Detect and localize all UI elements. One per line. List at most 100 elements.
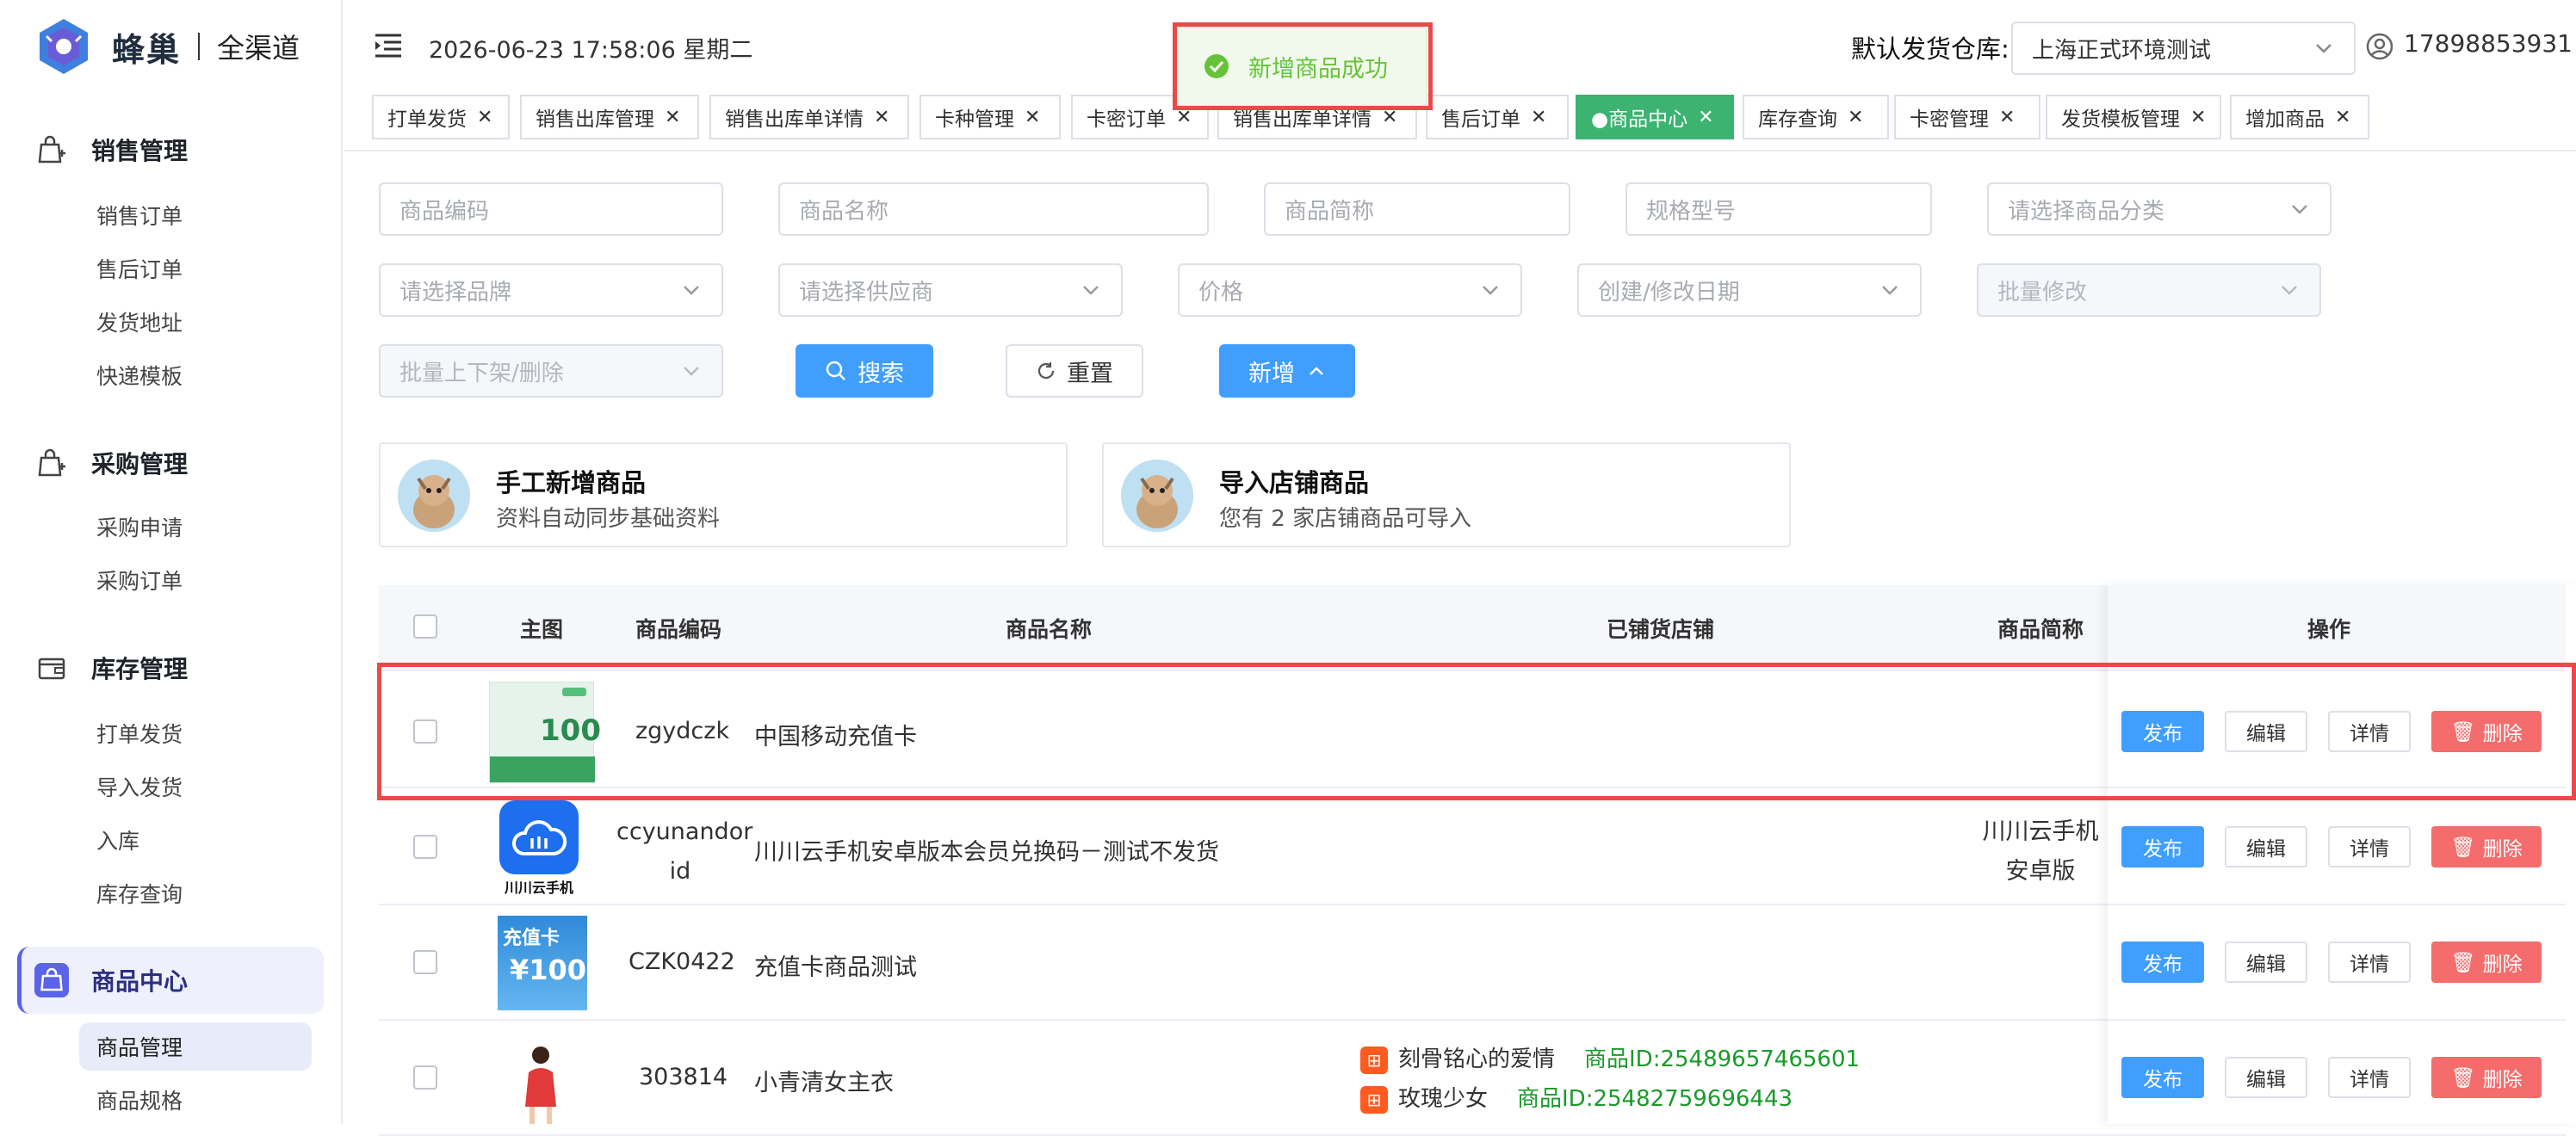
detail-button[interactable]: 详情 xyxy=(2328,711,2411,752)
add-button[interactable]: 新增 xyxy=(1219,344,1355,398)
product-short-input[interactable]: 商品简称 xyxy=(1264,182,1570,236)
user-phone[interactable]: 17898853931 xyxy=(2404,29,2573,58)
tab-ship-template[interactable]: 发货模板管理 ✕ xyxy=(2046,95,2221,139)
close-icon[interactable]: ✕ xyxy=(874,107,889,128)
dragon-avatar-icon xyxy=(1121,460,1193,532)
sidebar-section-purchase[interactable]: 采购管理 xyxy=(34,439,188,487)
reset-button[interactable]: 重置 xyxy=(1006,344,1143,398)
shop-listing[interactable]: ⊞ 玫瑰少女 商品ID:25482759696443 xyxy=(1360,1081,1793,1114)
tab-aftersale[interactable]: 售后订单 ✕ xyxy=(1426,95,1569,139)
row-name[interactable]: 川川云手机安卓版本会员兑换码－测试不发货 xyxy=(754,833,1219,867)
close-icon[interactable]: ✕ xyxy=(1025,107,1040,128)
chevron-down-icon xyxy=(2292,205,2307,214)
row-name[interactable]: 充值卡商品测试 xyxy=(754,948,917,982)
sidebar-item-express-template[interactable]: 快递模板 xyxy=(96,360,183,394)
row-checkbox[interactable] xyxy=(413,835,437,859)
import-shop-card[interactable]: 导入店铺商品 您有 2 家店铺商品可导入 xyxy=(1102,442,1791,547)
close-icon[interactable]: ✕ xyxy=(477,107,492,128)
tab-card-types[interactable]: 卡种管理 ✕ xyxy=(920,95,1061,139)
tab-add-product[interactable]: 增加商品 ✕ xyxy=(2230,95,2369,139)
sidebar-item-print-ship[interactable]: 打单发货 xyxy=(96,718,183,752)
tab-card-manage[interactable]: 卡密管理 ✕ xyxy=(1894,95,2040,139)
close-icon[interactable]: ✕ xyxy=(1848,107,1863,128)
publish-button[interactable]: 发布 xyxy=(2121,942,2204,983)
woman-clothing-image[interactable] xyxy=(513,1043,568,1124)
row-checkbox[interactable] xyxy=(413,950,437,974)
edit-button[interactable]: 编辑 xyxy=(2225,826,2307,867)
placeholder: 商品名称 xyxy=(799,198,889,225)
placeholder: 请选择品牌 xyxy=(399,279,512,306)
close-icon[interactable]: ✕ xyxy=(1176,107,1192,128)
row-checkbox[interactable] xyxy=(413,719,437,744)
sidebar-section-products[interactable]: 商品中心 xyxy=(34,956,188,1004)
shop-listing[interactable]: ⊞ 刻骨铭心的爱情 商品ID:25489657465601 xyxy=(1360,1041,1860,1074)
close-icon[interactable]: ✕ xyxy=(2335,107,2350,128)
bulk-edit-select[interactable]: 批量修改 xyxy=(1977,263,2321,317)
sidebar-section-inventory[interactable]: 库存管理 xyxy=(34,644,188,692)
close-icon[interactable]: ✕ xyxy=(1382,107,1397,128)
delete-button[interactable]: 🗑 删除 xyxy=(2431,1057,2542,1098)
sidebar-item-sales-orders[interactable]: 销售订单 xyxy=(96,200,183,234)
tab-outbound-detail[interactable]: 销售出库单详情 ✕ xyxy=(709,95,909,139)
app-logo[interactable]: 蜂巢 全渠道 xyxy=(34,15,300,77)
select-all-checkbox[interactable] xyxy=(413,614,437,639)
sidebar-item-aftersale-orders[interactable]: 售后订单 xyxy=(96,253,183,287)
sidebar-item-product-spec[interactable]: 商品规格 xyxy=(96,1084,183,1119)
sidebar-item-stock-query[interactable]: 库存查询 xyxy=(96,878,183,912)
row-name[interactable]: 小青清女主衣 xyxy=(754,1064,894,1097)
delete-button[interactable]: 🗑 删除 xyxy=(2431,942,2542,983)
tab-print-ship[interactable]: 打单发货 ✕ xyxy=(372,95,510,139)
edit-button[interactable]: 编辑 xyxy=(2225,711,2307,752)
tab-stock-query[interactable]: 库存查询 ✕ xyxy=(1743,95,1889,139)
product-name-input[interactable]: 商品名称 xyxy=(778,182,1209,236)
header-datetime: 2026-06-23 17:58:06 星期二 xyxy=(429,37,753,64)
supplier-select[interactable]: 请选择供应商 xyxy=(778,263,1123,317)
product-code-input[interactable]: 商品编码 xyxy=(379,182,723,236)
detail-button[interactable]: 详情 xyxy=(2328,826,2411,867)
col-image: 主图 xyxy=(520,617,564,642)
spec-model-input[interactable]: 规格型号 xyxy=(1625,182,1932,236)
row-checkbox[interactable] xyxy=(413,1065,437,1090)
date-select[interactable]: 创建/修改日期 xyxy=(1577,263,1922,317)
edit-button[interactable]: 编辑 xyxy=(2225,942,2307,983)
delete-button[interactable]: 🗑 删除 xyxy=(2431,826,2542,867)
china-mobile-card-image[interactable]: 100 xyxy=(489,682,601,783)
tab-product-center[interactable]: ●商品中心 ✕ xyxy=(1576,95,1734,139)
sidebar-item-product-manage[interactable]: 商品管理 xyxy=(96,1031,183,1065)
sidebar-item-import-ship[interactable]: 导入发货 xyxy=(96,771,183,806)
shopping-bag-icon xyxy=(38,448,65,477)
category-select[interactable]: 请选择商品分类 xyxy=(1987,182,2331,236)
trash-icon: 🗑 xyxy=(2450,720,2476,744)
search-button[interactable]: 搜索 xyxy=(796,344,933,398)
close-icon[interactable]: ✕ xyxy=(1698,107,1713,128)
warehouse-select[interactable]: 上海正式环境测试 xyxy=(2011,22,2356,75)
sidebar-item-purchase-request[interactable]: 采购申请 xyxy=(96,511,183,546)
price-select[interactable]: 价格 xyxy=(1178,263,1522,317)
edit-button[interactable]: 编辑 xyxy=(2225,1057,2307,1098)
close-icon[interactable]: ✕ xyxy=(665,107,680,128)
detail-button[interactable]: 详情 xyxy=(2328,942,2411,983)
recharge-card-image[interactable]: 充值卡 ¥100 xyxy=(498,916,587,1010)
publish-button[interactable]: 发布 xyxy=(2121,711,2204,752)
sidebar-item-stock-in[interactable]: 入库 xyxy=(96,824,139,859)
manual-add-card[interactable]: 手工新增商品 资料自动同步基础资料 xyxy=(379,442,1068,547)
tab-label: 销售出库管理 xyxy=(536,108,654,131)
user-icon[interactable] xyxy=(2366,33,2393,60)
sidebar-section-sales[interactable]: 销售管理 xyxy=(34,126,188,174)
chevron-down-icon xyxy=(684,286,699,295)
row-name[interactable]: 中国移动充值卡 xyxy=(754,718,917,751)
detail-button[interactable]: 详情 xyxy=(2328,1057,2411,1098)
cloud-phone-logo-image[interactable]: 川川云手机 xyxy=(498,800,580,896)
tab-sales-outbound[interactable]: 销售出库管理 ✕ xyxy=(520,95,699,139)
close-icon[interactable]: ✕ xyxy=(1531,107,1546,128)
bulk-shelf-select[interactable]: 批量上下架/删除 xyxy=(379,344,723,398)
close-icon[interactable]: ✕ xyxy=(2190,107,2206,128)
publish-button[interactable]: 发布 xyxy=(2121,1057,2204,1098)
sidebar-item-ship-address[interactable]: 发货地址 xyxy=(96,306,183,341)
sidebar-item-purchase-orders[interactable]: 采购订单 xyxy=(96,565,183,599)
delete-button[interactable]: 🗑 删除 xyxy=(2431,711,2542,752)
menu-fold-icon[interactable] xyxy=(374,33,403,59)
publish-button[interactable]: 发布 xyxy=(2121,826,2204,867)
close-icon[interactable]: ✕ xyxy=(1999,107,2015,128)
brand-select[interactable]: 请选择品牌 xyxy=(379,263,723,317)
